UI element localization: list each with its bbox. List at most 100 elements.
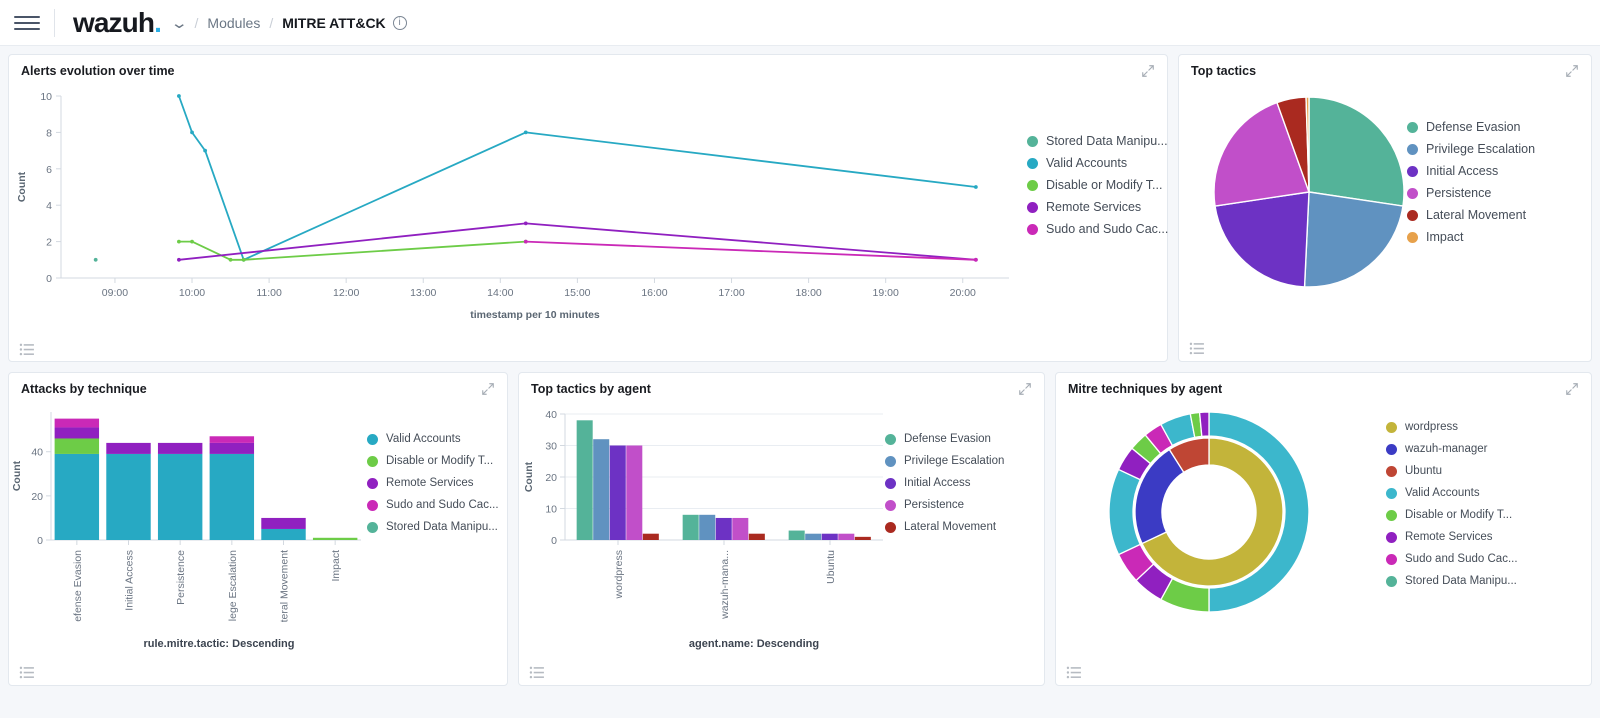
- legend-item[interactable]: Initial Access: [1407, 160, 1535, 182]
- breadcrumb-separator-1: /: [194, 14, 199, 31]
- legend-item[interactable]: Valid Accounts: [1027, 152, 1168, 174]
- expand-icon[interactable]: [1018, 382, 1032, 396]
- inspect-list-icon[interactable]: [1066, 666, 1081, 679]
- legend-item[interactable]: Disable or Modify T...: [367, 450, 499, 472]
- svg-text:Count: Count: [11, 460, 23, 491]
- top-tactics-legend: Defense Evasion Privilege Escalation Initi…: [1407, 116, 1535, 248]
- legend-label: Stored Data Manipu...: [386, 521, 498, 533]
- mitre-donut-chart[interactable]: [1084, 400, 1384, 650]
- inspect-list-icon[interactable]: [19, 666, 34, 679]
- legend-label: Disable or Modify T...: [386, 455, 494, 467]
- legend-item[interactable]: Persistence: [885, 494, 1004, 516]
- attacks-stacked-bar-chart[interactable]: 0 20 40 Count Defense Evasion Initial Access P…: [9, 400, 364, 642]
- legend-item[interactable]: Lateral Movement: [885, 516, 1004, 538]
- svg-text:Ubuntu: Ubuntu: [825, 550, 837, 584]
- top-navigation-bar: wazuh. ⌄ / Modules / MITRE ATT&CK i: [0, 0, 1600, 46]
- svg-text:Initial Access: Initial Access: [124, 550, 136, 611]
- legend-swatch: [367, 433, 378, 445]
- legend-label: Privilege Escalation: [904, 455, 1005, 467]
- legend-swatch: [1027, 223, 1038, 235]
- panel-footer: [9, 337, 1167, 361]
- panel-footer: [9, 659, 507, 685]
- legend-label: wazuh-manager: [1405, 443, 1488, 455]
- legend-item[interactable]: Sudo and Sudo Cac...: [1027, 218, 1168, 240]
- legend-item[interactable]: Remote Services: [367, 472, 499, 494]
- svg-text:10:00: 10:00: [179, 287, 205, 299]
- legend-item[interactable]: Valid Accounts: [367, 428, 499, 450]
- panel-title: Top tactics: [1191, 64, 1257, 78]
- legend-swatch: [885, 521, 896, 533]
- legend-item[interactable]: Defense Evasion: [885, 428, 1004, 450]
- inspect-list-icon[interactable]: [529, 666, 544, 679]
- legend-item[interactable]: Lateral Movement: [1407, 204, 1535, 226]
- legend-label: Impact: [1426, 230, 1464, 244]
- legend-item[interactable]: wazuh-manager: [1386, 438, 1518, 460]
- breadcrumb-current: MITRE ATT&CK: [282, 14, 386, 31]
- expand-icon[interactable]: [1565, 382, 1579, 396]
- legend-item[interactable]: Privilege Escalation: [1407, 138, 1535, 160]
- legend-item[interactable]: Stored Data Manipu...: [1027, 130, 1168, 152]
- wazuh-logo[interactable]: wazuh.: [73, 8, 162, 37]
- menu-toggle-icon[interactable]: [14, 10, 40, 36]
- panel-header: Attacks by technique: [9, 373, 507, 400]
- svg-text:wazuh-mana...: wazuh-mana...: [719, 550, 731, 620]
- legend-swatch: [1407, 231, 1418, 243]
- tactics-by-agent-bar-chart[interactable]: 0 10 20 30 40 Count wordpress wazuh-mana... Ubun…: [519, 400, 889, 622]
- legend-swatch: [1386, 575, 1397, 587]
- legend-label: Disable or Modify T...: [1046, 178, 1163, 192]
- legend-item[interactable]: Impact: [1407, 226, 1535, 248]
- svg-text:Impact: Impact: [330, 550, 342, 582]
- legend-item[interactable]: Remote Services: [1027, 196, 1168, 218]
- legend-item[interactable]: Initial Access: [885, 472, 1004, 494]
- legend-item[interactable]: Ubuntu: [1386, 460, 1518, 482]
- inspect-list-icon[interactable]: [19, 343, 34, 356]
- dashboard-grid: Alerts evolution over time 0 2 4 6 8 10 09:00 1…: [0, 46, 1600, 704]
- attacks-legend: Valid Accounts Disable or Modify T... Remo…: [367, 428, 499, 538]
- legend-item[interactable]: Valid Accounts: [1386, 482, 1518, 504]
- info-icon[interactable]: i: [392, 15, 407, 30]
- svg-text:6: 6: [46, 164, 52, 176]
- chevron-down-icon[interactable]: ⌄: [170, 14, 188, 32]
- legend-item[interactable]: Privilege Escalation: [885, 450, 1004, 472]
- legend-item[interactable]: wordpress: [1386, 416, 1518, 438]
- legend-item[interactable]: Remote Services: [1386, 526, 1518, 548]
- svg-text:20: 20: [545, 472, 557, 484]
- svg-text:14:00: 14:00: [487, 287, 513, 299]
- stacked-bar-area: 0 20 40 Count Defense Evasion Initial Access P…: [9, 400, 507, 659]
- legend-item[interactable]: Stored Data Manipu...: [1386, 570, 1518, 592]
- top-tactics-pie-chart[interactable]: [1189, 82, 1429, 332]
- expand-icon[interactable]: [1565, 64, 1579, 78]
- legend-swatch: [885, 433, 896, 445]
- panel-attacks-by-technique: Attacks by technique 0 20 40 Count Defense E…: [8, 372, 508, 686]
- legend-item[interactable]: Defense Evasion: [1407, 116, 1535, 138]
- legend-item[interactable]: Disable or Modify T...: [1386, 504, 1518, 526]
- panel-header: Top tactics by agent: [519, 373, 1044, 400]
- legend-label: Remote Services: [386, 477, 474, 489]
- donut-chart-area: wordpress wazuh-manager Ubuntu Valid Accoun…: [1056, 400, 1591, 659]
- expand-icon[interactable]: [481, 382, 495, 396]
- legend-item[interactable]: Persistence: [1407, 182, 1535, 204]
- legend-item[interactable]: Sudo and Sudo Cac...: [1386, 548, 1518, 570]
- legend-item[interactable]: Sudo and Sudo Cac...: [367, 494, 499, 516]
- legend-label: Persistence: [904, 499, 965, 511]
- legend-item[interactable]: Disable or Modify T...: [1027, 174, 1168, 196]
- legend-label: Persistence: [1426, 186, 1492, 200]
- svg-text:20: 20: [31, 491, 43, 503]
- panel-title: Alerts evolution over time: [21, 64, 175, 78]
- inspect-list-icon[interactable]: [1189, 342, 1204, 355]
- legend-item[interactable]: Stored Data Manipu...: [367, 516, 499, 538]
- legend-label: Valid Accounts: [1405, 487, 1480, 499]
- svg-text:2: 2: [46, 237, 52, 249]
- panel-footer: [1056, 659, 1591, 685]
- panel-header: Alerts evolution over time: [9, 55, 1167, 82]
- legend-swatch: [367, 521, 378, 533]
- svg-text:0: 0: [37, 535, 43, 547]
- breadcrumb-modules[interactable]: Modules: [207, 15, 260, 31]
- legend-swatch: [885, 477, 896, 489]
- svg-text:16:00: 16:00: [641, 287, 667, 299]
- svg-text:Count: Count: [523, 461, 535, 492]
- x-axis-title: rule.mitre.tactic: Descending: [143, 638, 295, 650]
- legend-swatch: [1027, 157, 1038, 169]
- expand-icon[interactable]: [1141, 64, 1155, 78]
- alerts-line-chart[interactable]: 0 2 4 6 8 10 09:00 10:00 11:00 12:00 13:00 14:00 15:…: [9, 82, 1019, 332]
